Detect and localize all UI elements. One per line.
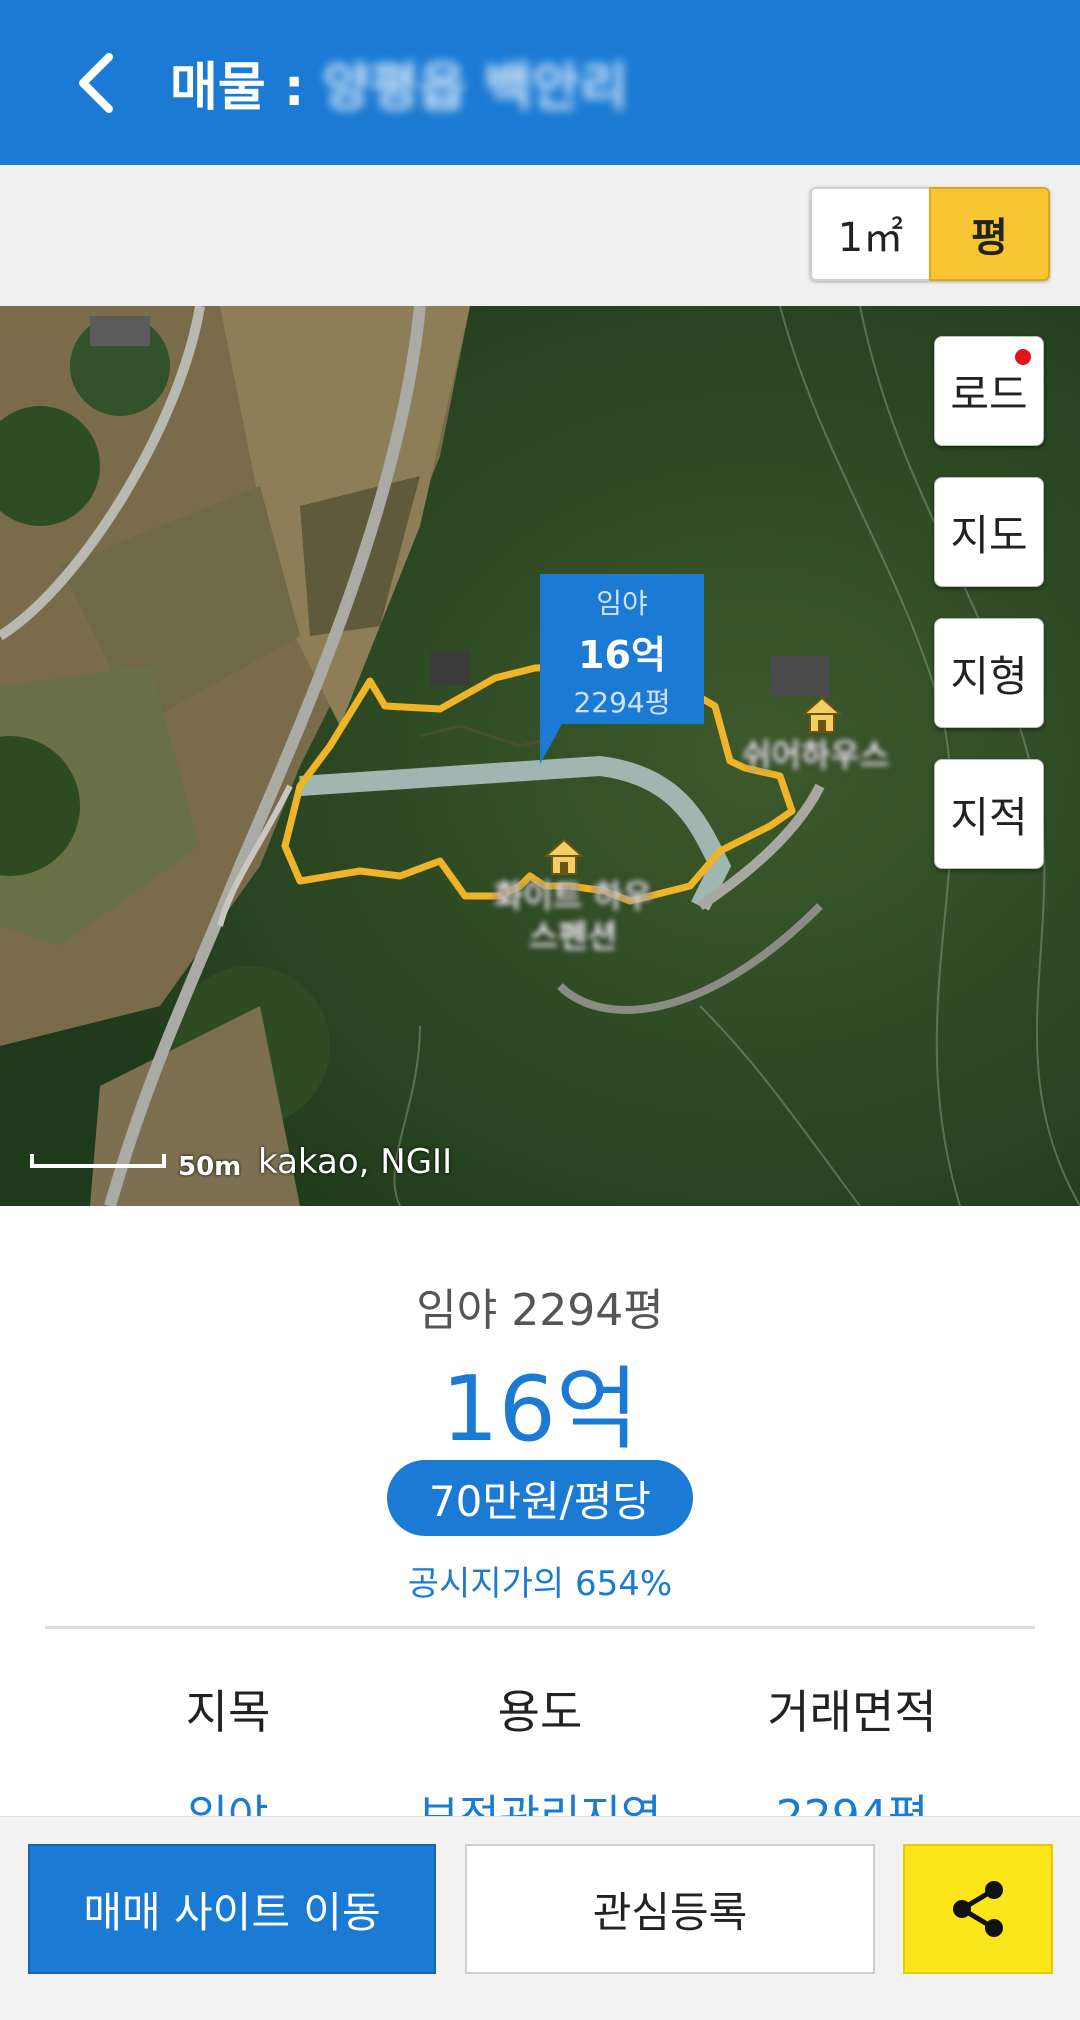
detail-header: 지목 <box>185 1685 271 1739</box>
unit-sqm-button[interactable]: 1㎡ <box>810 187 929 281</box>
page-title-name-obscured: 양평읍 백안리 <box>322 57 628 118</box>
app-root: 매물 : 양평읍 백안리 1㎡ 평 임야 16억 2294평 쉬어하우스 화이트… <box>0 0 1080 2020</box>
map-scale-bar <box>30 1154 166 1168</box>
map-terrain-label: 지형 <box>950 651 1028 701</box>
unit-price-badge: 70만원/평당 <box>387 1460 693 1536</box>
go-to-sale-site-button[interactable]: 매매 사이트 이동 <box>28 1844 436 1974</box>
top-app-bar: 매물 : 양평읍 백안리 <box>0 0 1080 165</box>
map-basemap-label: 지도 <box>950 510 1028 560</box>
marker-land-type: 임야 <box>596 587 648 620</box>
official-price-ratio: 공시지가의 654% <box>407 1564 673 1604</box>
back-button[interactable] <box>60 46 130 120</box>
map-basemap-button[interactable]: 지도 <box>934 477 1044 587</box>
detail-header: 용도 <box>497 1685 583 1739</box>
map-price-marker[interactable]: 임야 16억 2294평 <box>540 574 704 764</box>
map-attribution: kakao, NGII <box>258 1142 453 1182</box>
map-roadview-label: 로드 <box>950 369 1028 419</box>
listing-price: 16억 <box>441 1357 639 1462</box>
page-title-prefix: 매물 : <box>170 57 305 118</box>
map-cadastral-label: 지적 <box>950 792 1028 842</box>
marker-price: 16억 <box>578 633 666 677</box>
unit-toggle-bar: 1㎡ 평 <box>0 165 1080 306</box>
marker-area: 2294평 <box>573 686 671 719</box>
share-icon <box>953 1881 1003 1937</box>
add-to-favorites-button[interactable]: 관심등록 <box>465 1844 875 1974</box>
poi-label-1-text: 쉬어하우스 <box>742 736 890 774</box>
detail-header: 거래면적 <box>767 1685 937 1739</box>
listing-info: 임야 2294평 16억 70만원/평당 공시지가의 654% 지목 임야 용도… <box>0 1206 1080 1842</box>
map-terrain-button[interactable]: 지형 <box>934 618 1044 728</box>
bottom-action-bar: 매매 사이트 이동 관심등록 <box>0 1816 1080 2020</box>
map-scale-label: 50m <box>178 1152 242 1182</box>
notification-dot <box>1015 349 1031 365</box>
unit-toggle: 1㎡ 평 <box>810 187 1050 281</box>
listing-type-area: 임야 2294평 <box>416 1285 664 1336</box>
poi-label-1: 쉬어하우스 <box>742 730 889 776</box>
map-view[interactable]: 임야 16억 2294평 쉬어하우스 화이트 하우스펜션 로드 지도 지형 지적… <box>0 306 1080 1206</box>
house-icon <box>543 838 585 875</box>
section-divider <box>45 1626 1035 1629</box>
unit-pyeong-button[interactable]: 평 <box>929 187 1050 281</box>
house-icon <box>801 696 843 733</box>
poi-label-2: 화이트 하우스펜션 <box>488 876 658 956</box>
map-cadastral-button[interactable]: 지적 <box>934 759 1044 869</box>
poi-label-2-text: 화이트 하우스펜션 <box>493 877 653 955</box>
page-title: 매물 : 양평읍 백안리 <box>170 44 628 120</box>
share-button[interactable] <box>903 1844 1053 1974</box>
chevron-left-icon <box>79 53 113 113</box>
map-roadview-button[interactable]: 로드 <box>934 336 1044 446</box>
